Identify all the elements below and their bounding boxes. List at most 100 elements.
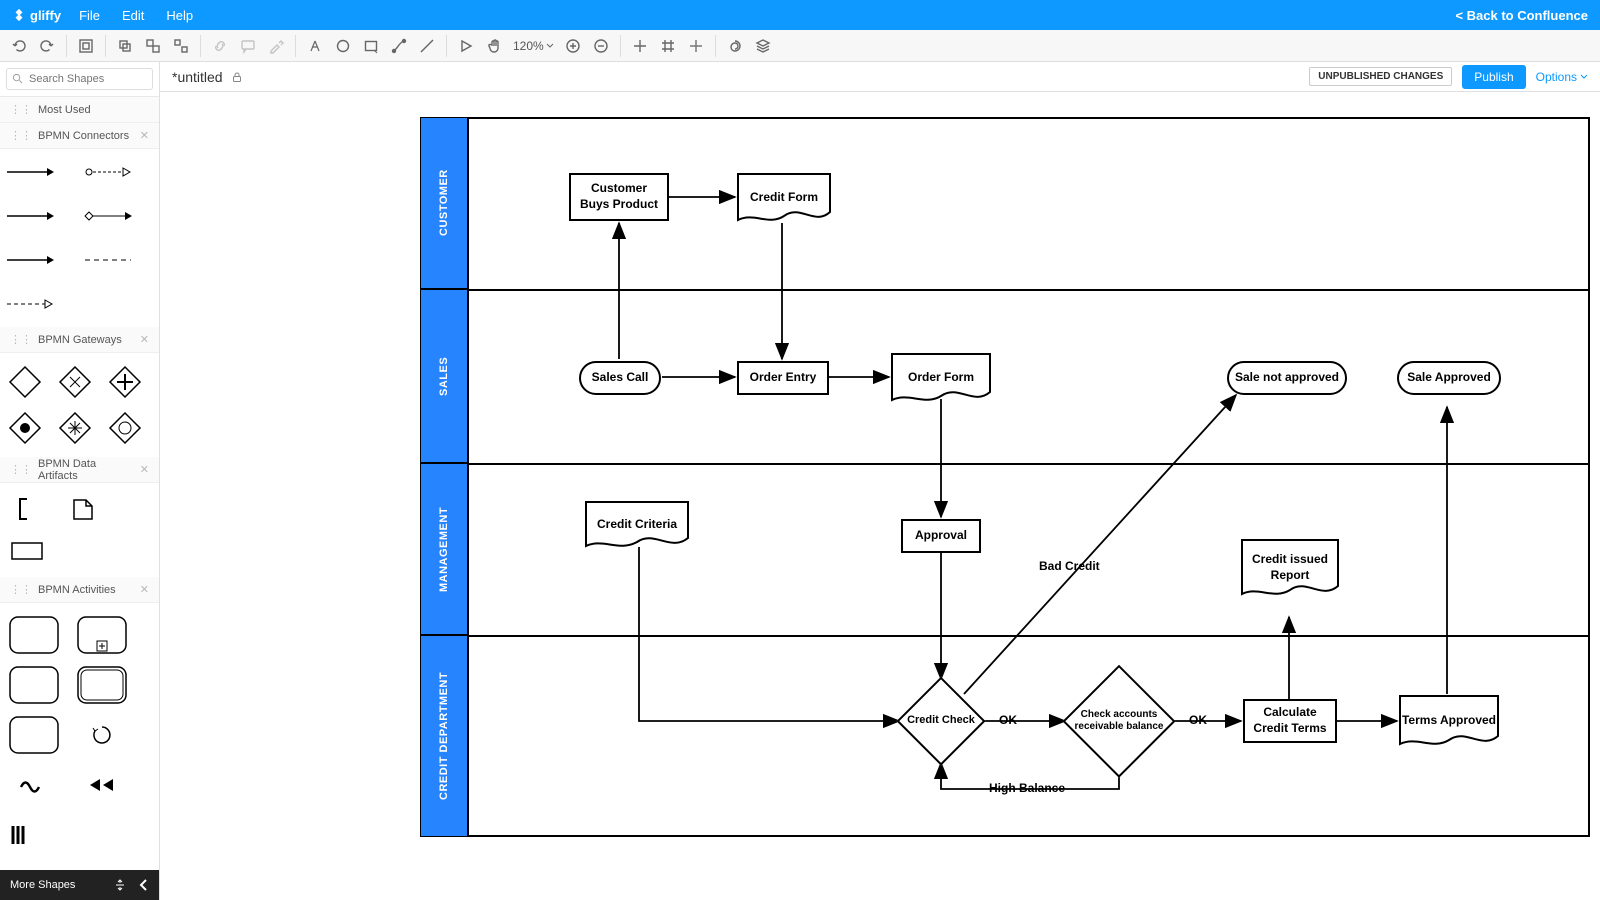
swimlane-diagram[interactable]: CUSTOMER SALES MANAGEMENT CREDIT DEPARTM… [420,117,1590,837]
gateway-exclusive[interactable] [8,365,42,399]
line-tool-button[interactable] [414,33,440,59]
lane-management[interactable]: MANAGEMENT [420,463,468,635]
artifact-shapes [0,483,159,577]
back-to-confluence-link[interactable]: < Back to Confluence [1455,8,1588,23]
activity-task2[interactable] [8,665,60,705]
connector-diamond[interactable] [84,203,134,229]
zoom-out-button[interactable] [588,33,614,59]
canvas[interactable]: CUSTOMER SALES MANAGEMENT CREDIT DEPARTM… [160,92,1600,900]
gateway-complex[interactable] [58,411,92,445]
undo-button[interactable] [6,33,32,59]
close-icon[interactable]: ✕ [140,129,149,142]
redo-button[interactable] [34,33,60,59]
activity-adhoc[interactable] [8,765,60,805]
group-button[interactable] [140,33,166,59]
comment-button[interactable] [235,33,261,59]
lane-sales[interactable]: SALES [420,289,468,463]
search-input[interactable] [6,68,153,90]
circle-tool-button[interactable] [330,33,356,59]
menu-help[interactable]: Help [166,8,193,23]
activity-compensation[interactable] [76,765,128,805]
node-sale-approved[interactable]: Sale Approved [1397,361,1501,395]
panel-connectors[interactable]: ⋮⋮BPMN Connectors✕ [0,123,159,149]
artifact-annotation[interactable] [10,497,44,521]
label-bad-credit[interactable]: Bad Credit [1039,559,1100,573]
gateway-exclusive-x[interactable] [58,365,92,399]
node-sales-call[interactable]: Sales Call [579,361,661,395]
artifact-data-object[interactable] [66,497,100,521]
panel-most-used[interactable]: ⋮⋮Most Used [0,97,159,123]
activity-loop[interactable] [76,715,128,755]
grid-single-button[interactable] [627,33,653,59]
activity-parallel-marker[interactable] [8,815,28,855]
artifact-group[interactable] [10,539,44,563]
eyedropper-button[interactable] [263,33,289,59]
label-high-balance[interactable]: High Balance [989,781,1065,795]
text-tool-button[interactable] [302,33,328,59]
activity-transaction[interactable] [76,665,128,705]
close-icon[interactable]: ✕ [140,463,149,476]
gateway-inclusive[interactable] [108,411,142,445]
connector-message[interactable] [6,291,56,317]
connector-shapes [0,149,159,327]
node-calc-terms[interactable]: Calculate Credit Terms [1243,699,1337,743]
link-button[interactable] [207,33,233,59]
node-approval[interactable]: Approval [901,519,981,553]
activity-shapes [0,603,159,867]
pool[interactable]: Customer Buys Product Credit Form Sales … [468,117,1590,837]
fit-button[interactable] [73,33,99,59]
lane-credit-dept[interactable]: CREDIT DEPARTMENT [420,635,468,837]
grid-button[interactable] [655,33,681,59]
close-icon[interactable]: ✕ [140,583,149,596]
gateway-parallel[interactable] [108,365,142,399]
zoom-in-button[interactable] [560,33,586,59]
connector-solid[interactable] [6,247,56,273]
gateway-shapes [0,353,159,457]
search-icon [12,73,23,84]
activity-subprocess[interactable] [76,615,128,655]
node-credit-criteria[interactable]: Credit Criteria [585,501,689,549]
node-order-form[interactable]: Order Form [891,353,991,403]
connector-default[interactable] [6,203,56,229]
pan-tool-button[interactable] [481,33,507,59]
node-customer-buys[interactable]: Customer Buys Product [569,173,669,221]
panel-split-icon[interactable] [113,878,127,892]
document-title[interactable]: *untitled [172,69,223,85]
node-sale-not-approved[interactable]: Sale not approved [1227,361,1347,395]
zoom-level[interactable]: 120% [509,39,558,53]
layers-button[interactable] [750,33,776,59]
panel-activities[interactable]: ⋮⋮BPMN Activities✕ [0,577,159,603]
more-shapes-button[interactable]: More Shapes [0,870,159,900]
collapse-sidebar-icon[interactable] [139,878,149,892]
options-dropdown[interactable]: Options [1536,70,1588,84]
menu-file[interactable]: File [79,8,100,23]
node-credit-check[interactable]: Credit Check [899,679,983,763]
label-ok-2[interactable]: OK [1189,713,1207,727]
unpublished-badge: UNPUBLISHED CHANGES [1309,67,1452,86]
connector-dashed[interactable] [84,247,134,273]
lane-customer[interactable]: CUSTOMER [420,117,468,289]
close-icon[interactable]: ✕ [140,333,149,346]
connector-tool-button[interactable] [386,33,412,59]
node-terms-approved[interactable]: Terms Approved [1399,695,1499,747]
panel-artifacts[interactable]: ⋮⋮BPMN Data Artifacts✕ [0,457,159,483]
activity-call[interactable] [8,715,60,755]
node-credit-form[interactable]: Credit Form [737,173,831,223]
node-check-balance[interactable]: Check accounts receivable balance [1065,667,1173,775]
shape-panel-button[interactable] [722,33,748,59]
node-order-entry[interactable]: Order Entry [737,361,829,395]
snap-button[interactable] [683,33,709,59]
menu-edit[interactable]: Edit [122,8,144,23]
label-ok-1[interactable]: OK [999,713,1017,727]
ungroup-button[interactable] [168,33,194,59]
node-credit-issued-report[interactable]: Credit issued Report [1241,539,1339,597]
play-button[interactable] [453,33,479,59]
publish-button[interactable]: Publish [1462,65,1525,89]
rect-tool-button[interactable] [358,33,384,59]
panel-gateways[interactable]: ⋮⋮BPMN Gateways✕ [0,327,159,353]
gateway-inclusive-filled[interactable] [8,411,42,445]
activity-task[interactable] [8,615,60,655]
copy-button[interactable] [112,33,138,59]
connector-sequence[interactable] [6,159,56,185]
connector-conditional[interactable] [84,159,134,185]
